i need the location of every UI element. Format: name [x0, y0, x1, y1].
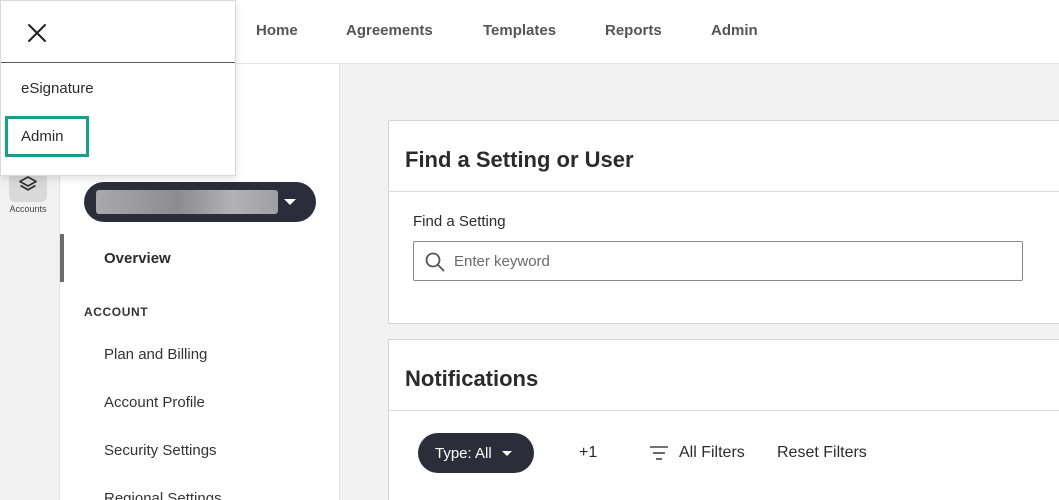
type-filter-label: Type: All [435, 444, 492, 462]
nav-agreements[interactable]: Agreements [346, 22, 433, 39]
sidebar-item-plan-and-billing[interactable]: Plan and Billing [104, 346, 207, 363]
sidebar-item-overview[interactable]: Overview [104, 250, 171, 267]
active-indicator [60, 234, 64, 282]
type-filter-dropdown[interactable]: Type: All [418, 433, 534, 473]
layers-icon [19, 176, 37, 191]
filter-icon [650, 446, 668, 460]
menu-header [1, 1, 235, 63]
nav-home[interactable]: Home [256, 22, 298, 39]
find-setting-card: Find a Setting or User Find a Setting [388, 120, 1059, 324]
search-box [413, 241, 1023, 281]
find-setting-label: Find a Setting [413, 213, 506, 230]
app-switcher-menu: eSignature Admin [0, 0, 236, 176]
accounts-label: Accounts [9, 204, 47, 214]
card-divider [389, 410, 1059, 411]
reset-filters-button[interactable]: Reset Filters [777, 444, 867, 462]
sidebar-item-security-settings[interactable]: Security Settings [104, 442, 217, 459]
menu-item-esignature[interactable]: eSignature [21, 80, 94, 97]
nav-admin[interactable]: Admin [711, 22, 758, 39]
sidebar-item-account-profile[interactable]: Account Profile [104, 394, 205, 411]
nav-templates[interactable]: Templates [483, 22, 556, 39]
caret-down-icon [502, 451, 512, 456]
notifications-card: Notifications Type: All +1 All Filters R… [388, 339, 1059, 500]
sidebar-item-regional-settings[interactable]: Regional Settings [104, 490, 222, 500]
find-setting-title: Find a Setting or User [405, 147, 634, 172]
section-heading-account: ACCOUNT [84, 305, 149, 319]
search-icon [425, 252, 445, 272]
account-selector[interactable] [84, 182, 316, 222]
more-filters-count[interactable]: +1 [579, 444, 597, 462]
caret-down-icon [284, 199, 296, 205]
app-window: Home Agreements Templates Reports Admin … [0, 0, 1059, 500]
account-name-redacted [96, 190, 278, 214]
notifications-title: Notifications [405, 366, 539, 391]
nav-reports[interactable]: Reports [605, 22, 662, 39]
close-icon[interactable] [26, 22, 48, 44]
card-divider [389, 191, 1059, 192]
menu-item-admin[interactable]: Admin [21, 128, 64, 145]
all-filters-button[interactable]: All Filters [679, 444, 745, 462]
search-input[interactable] [454, 243, 1014, 279]
